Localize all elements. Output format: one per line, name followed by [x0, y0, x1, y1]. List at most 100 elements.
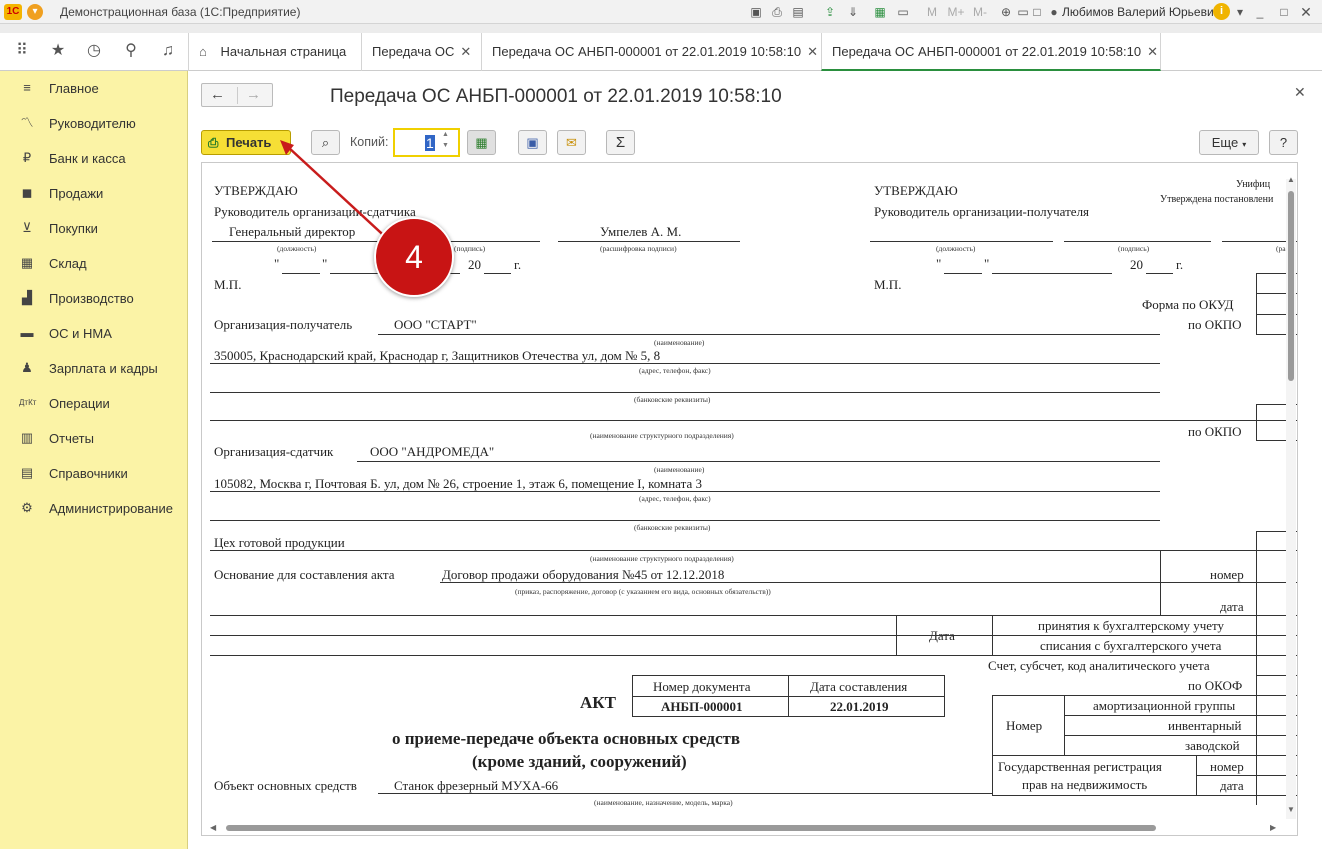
notifications-bell-icon[interactable]: ♫: [158, 41, 178, 61]
line: [788, 676, 789, 716]
minimize-icon[interactable]: _: [1252, 4, 1268, 20]
sidebar-item-bank[interactable]: ₽ Банк и касса: [0, 141, 188, 176]
book-icon: ▤: [20, 465, 34, 480]
edit-mode-button[interactable]: ▦: [467, 130, 496, 155]
line: [378, 793, 992, 794]
zoom-icon[interactable]: ⊕: [998, 4, 1014, 20]
vertical-scroll-thumb[interactable]: [1288, 191, 1294, 381]
sidebar-item-sales[interactable]: ◼ Продажи: [0, 176, 188, 211]
act-title-2: (кроме зданий, сооружений): [472, 752, 687, 771]
chevron-down-icon[interactable]: ▾: [1232, 4, 1248, 20]
sidebar-item-admin[interactable]: ⚙ Администрирование: [0, 491, 188, 526]
vertical-scrollbar[interactable]: ▲ ▼: [1286, 175, 1296, 819]
unified-form-text: Унифиц: [1236, 179, 1271, 190]
tab-transfer-list[interactable]: Передача ОС ✕: [361, 33, 481, 71]
sidebar-item-operations[interactable]: ДтКт Операции: [0, 386, 188, 421]
sidebar-item-reports[interactable]: ▥ Отчеты: [0, 421, 188, 456]
maximize-icon[interactable]: □: [1276, 4, 1292, 20]
window-close-icon[interactable]: ✕: [1298, 4, 1314, 20]
step-callout-badge: 4: [374, 217, 454, 297]
tab-transfer-doc-1[interactable]: Передача ОС АНБП-000001 от 22.01.2019 10…: [481, 33, 821, 71]
cap-position-r: (должность): [936, 244, 976, 253]
line: [992, 695, 993, 795]
docdate-label: Дата составления: [810, 679, 908, 694]
preview-icon[interactable]: ▤: [790, 4, 806, 20]
history-icon[interactable]: ◷: [84, 41, 104, 61]
workshop: Цех готовой продукции: [214, 535, 345, 550]
line: [357, 461, 1160, 462]
calculator-icon[interactable]: ▦: [872, 4, 888, 20]
tab-home[interactable]: ⌂ Начальная страница: [188, 33, 361, 71]
memory-m-button[interactable]: M: [924, 4, 940, 20]
favorites-star-icon[interactable]: ★: [48, 41, 68, 61]
back-arrow-icon[interactable]: ←: [210, 86, 225, 103]
date-label-small: дата: [1220, 599, 1244, 614]
bag-icon: ◼: [21, 185, 33, 200]
user-icon: ●: [1050, 5, 1058, 19]
sidebar-item-label: Зарплата и кадры: [49, 361, 158, 376]
line: [1064, 735, 1297, 736]
cap-struct: (наименование структурного подразделения…: [590, 431, 734, 440]
object-value: Станок фрезерный МУХА-66: [394, 778, 559, 793]
email-button[interactable]: ✉: [557, 130, 586, 155]
info-icon[interactable]: i: [1213, 3, 1230, 20]
sigma-icon: Σ: [615, 134, 626, 151]
forward-arrow-icon[interactable]: →: [246, 86, 261, 103]
user-name[interactable]: Любимов Валерий Юрьевич: [1062, 5, 1220, 19]
line: [944, 273, 982, 274]
horizontal-scroll-thumb[interactable]: [226, 825, 1156, 831]
cap-name-2: (наименование): [654, 465, 705, 474]
docdate-value: 22.01.2019: [830, 699, 889, 714]
year-g-r: г.: [1176, 257, 1184, 272]
bars-icon: ▥: [20, 430, 34, 445]
main-menu-icon[interactable]: ▾: [27, 4, 43, 20]
calendar-icon[interactable]: ▭: [895, 4, 911, 20]
tab-close-icon[interactable]: ✕: [807, 44, 818, 59]
sidebar-item-fixed-assets[interactable]: ▬ ОС и НМА: [0, 316, 188, 351]
scale-icon[interactable]: □: [1029, 4, 1045, 20]
sidebar-item-warehouse[interactable]: ▦ Склад: [0, 246, 188, 281]
more-button[interactable]: Еще ▾: [1199, 130, 1259, 155]
help-button[interactable]: ?: [1269, 130, 1298, 155]
spin-down-icon[interactable]: ▼: [442, 142, 449, 149]
tab-close-icon[interactable]: ✕: [1147, 44, 1158, 59]
sidebar-item-label: Главное: [49, 81, 99, 96]
sidebar-item-production[interactable]: ▟ Производство: [0, 281, 188, 316]
date-block-label: Дата: [929, 628, 955, 643]
envelope-icon: ✉: [566, 135, 577, 150]
print-icon[interactable]: ⎙: [769, 4, 785, 20]
tab-transfer-doc-active[interactable]: Передача ОС АНБП-000001 от 22.01.2019 10…: [821, 33, 1161, 71]
basis-value: Договор продажи оборудования №45 от 12.1…: [442, 567, 725, 582]
sum-button[interactable]: Σ: [606, 130, 635, 155]
save-button[interactable]: ▣: [518, 130, 547, 155]
sidebar-item-purchases[interactable]: ⊻ Покупки: [0, 211, 188, 246]
sidebar-item-main[interactable]: ≡ Главное: [0, 71, 188, 106]
scroll-down-icon[interactable]: ▼: [1287, 805, 1295, 814]
scroll-left-icon[interactable]: ◀: [210, 823, 216, 832]
cart-icon: ⊻: [22, 220, 32, 235]
download-icon[interactable]: ⇓: [845, 4, 861, 20]
sidebar-item-label: Отчеты: [49, 431, 94, 446]
close-form-icon[interactable]: ✕: [1294, 84, 1306, 101]
sidebar-item-label: Склад: [49, 256, 87, 271]
save-icon[interactable]: ▣: [748, 4, 764, 20]
apps-grid-icon[interactable]: ⠿: [12, 41, 32, 61]
sidebar-item-manager[interactable]: 〽 Руководителю: [0, 106, 188, 141]
scroll-right-icon[interactable]: ▶: [1270, 823, 1276, 832]
upload-icon[interactable]: ⇪: [822, 4, 838, 20]
spin-up-icon[interactable]: ▲: [442, 131, 449, 138]
sidebar-item-catalogs[interactable]: ▤ Справочники: [0, 456, 188, 491]
search-icon[interactable]: ⚲: [121, 41, 141, 61]
line: [992, 273, 1112, 274]
sidebar-item-label: ОС и НМА: [49, 326, 112, 341]
home-icon: ⌂: [199, 44, 207, 59]
org-receiver-value: ООО "СТАРТ": [394, 317, 477, 332]
horizontal-scrollbar[interactable]: ◀ ▶: [210, 823, 1280, 833]
scroll-up-icon[interactable]: ▲: [1287, 175, 1295, 184]
line: [210, 363, 1160, 364]
sidebar-item-salary[interactable]: ♟ Зарплата и кадры: [0, 351, 188, 386]
window-titlebar: 1С ▾ Демонстрационная база (1С:Предприят…: [0, 0, 1322, 24]
memory-mplus-button[interactable]: M+: [945, 4, 967, 20]
tab-close-icon[interactable]: ✕: [460, 44, 471, 59]
memory-mminus-button[interactable]: M-: [972, 4, 988, 20]
